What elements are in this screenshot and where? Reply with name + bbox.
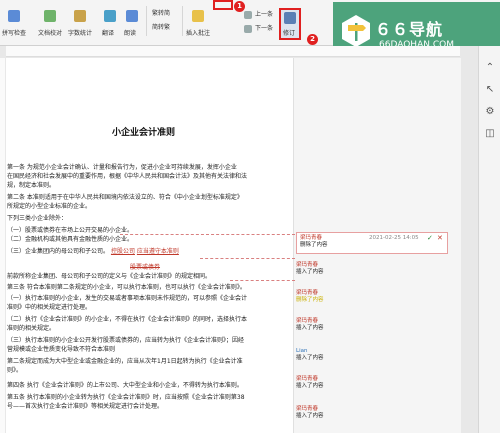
spellcheck-button[interactable]: 拼写检查 [2,30,26,38]
comment-text: 插入了内容 [296,325,324,331]
right-sidebar: ⌃ ↖ ⚙ ◫ [478,46,500,433]
translate-button[interactable]: 翻译 [102,30,114,38]
comment-text: 插入了内容 [296,413,324,419]
doc-line-with-deletion: （一）股票或债券在市场上公开交易的小企业。 [7,227,133,236]
insert-comment-icon[interactable] [192,10,204,22]
doc-line: （二）执行《企业会计准则》的小企业，不得在执行《企业会计准则》的同时，选择执行本 [7,316,248,323]
document-page[interactable] [6,58,293,433]
inserted-text[interactable]: 应当遵守本准则 [137,248,179,255]
vertical-ruler [0,58,5,433]
comment-connector [230,280,295,282]
comment-author: 梁玛青春 [300,235,323,241]
doc-line: 第二条规定而成为大中型企业或金融企业的，应当从次年1月1日起转为执行《企业会计准 [7,358,243,365]
doc-line: 所规定的小型企业标准的企业。 [7,203,92,210]
divider [182,6,183,36]
doc-line: 前款所称企业集团、母公司和子公司的定义与《企业会计准则》的规定相同。 [7,273,212,280]
doc-line-with-insertion: （三）企业集团内的母公司和子公司。 控股公司 应当遵守本准则 [7,248,179,257]
doc-line: 营规模或企业性质变化导致不符合本准则 [7,346,116,353]
spellcheck-icon[interactable] [8,10,20,22]
comment-author: 梁玛青春 [296,290,319,296]
watermark-title: ６６导航 [375,20,444,39]
doc-line: 第三条 符合本准则第二条规定的小企业，可以执行本准则，也可以执行《企业会计准则》… [7,284,246,291]
comment-time: 2021-02-25 14:05 [369,235,419,241]
wordcount-icon[interactable] [74,10,86,22]
read-aloud-button[interactable]: 朗读 [124,30,136,38]
step-badge-1: 1 [234,1,245,12]
wordcount-button[interactable]: 字数统计 [68,30,92,38]
comment-text: 插入了内容 [296,383,324,389]
inserted-text[interactable]: 控股公司 [111,248,135,255]
comment-text: 删除了内容 [296,297,324,303]
track-changes-button[interactable]: 修订 [283,30,295,38]
doc-text: （三）企业集团内的母公司和子公司。 [7,248,110,255]
cursor-icon[interactable]: ↖ [484,84,496,96]
comment-text: 插入了内容 [296,269,324,275]
proofread-icon[interactable] [44,10,56,22]
comment-balloon[interactable]: 梁玛青春 插入了内容 [296,262,456,276]
doc-line: 下列三类小企业除外： [7,215,68,222]
layers-icon[interactable]: ◫ [484,128,496,140]
doc-text: （一）股票或债券在市场上公开交易的小企业。 [7,227,134,234]
traditional-button[interactable]: 简转繁 [152,24,170,32]
next-comment-icon[interactable] [244,25,252,33]
comment-balloon[interactable]: 梁玛青春 插入了内容 [296,376,456,390]
collapse-icon[interactable]: ⌃ [484,62,496,74]
doc-line: 第二条 本准则适用于在中华人民共和国境内依法设立的、符合《中小企业划型标准规定》 [7,194,243,201]
comment-author: 梁玛青春 [296,376,319,382]
deleted-text[interactable]: 股票或债券 [130,264,160,273]
doc-line: 第一条 为规范小企业会计确认、计量和报告行为，促进小企业可持续发展，发挥小企业 [7,164,237,171]
comment-author: 梁玛青春 [296,262,319,268]
prev-comment-icon[interactable] [244,11,252,19]
read-aloud-icon[interactable] [126,10,138,22]
comment-author: 梁玛青春 [296,318,319,324]
doc-line: （二）金融机构或其他具有金融性质的小企业。 [7,236,134,243]
proofread-button[interactable]: 文档校对 [38,30,62,38]
comment-balloon[interactable]: 梁玛青春 插入了内容 [296,406,456,420]
comment-text: 删除了内容 [300,242,328,248]
comment-balloon[interactable]: 梁玛青春 插入了内容 [296,318,456,332]
step-badge-2: 2 [307,34,318,45]
next-comment-button[interactable]: 下一条 [255,25,273,33]
doc-line: 准则的相关规定。 [7,325,56,332]
insert-comment-button[interactable]: 插入批注 [186,30,210,38]
divider [146,6,147,36]
comment-balloon[interactable]: Lian 插入了内容 [296,348,456,362]
comment-author: 梁玛青春 [296,406,319,412]
comment-balloon[interactable]: 梁玛青春 2021-02-25 14:05 ✓ ✕ 删除了内容 [296,232,448,254]
doc-line: （一）执行本准则的小企业，发生的交易或者事项本准则未作规范的，可以参照《企业会计 [7,295,248,302]
doc-line: 规，制定本准则。 [7,182,56,189]
doc-line: 第五条 执行本准则的小企业转为执行《企业会计准则》时，应当按照《企业会计准则第3… [7,394,245,401]
reject-change-icon[interactable]: ✕ [437,235,443,242]
doc-line: （三）执行本准则的小企业公开发行股票或债券的，应当转为执行《企业会计准则》；因经 [7,337,245,344]
comment-connector [120,234,295,236]
simplified-button[interactable]: 繁转简 [152,10,170,18]
doc-line: 准则》中的相关规定进行处理。 [7,304,92,311]
doc-line: 在国民经济和社会发展中的重要作用，根据《中华人民共和国会计法》及其他有关法律和法 [7,173,248,180]
horizontal-ruler [6,46,460,57]
comment-balloon[interactable]: 梁玛青春 删除了内容 [296,290,456,304]
document-title: 小企业会计准则 [111,128,175,138]
comment-text: 插入了内容 [296,355,324,361]
accept-change-icon[interactable]: ✓ [427,235,433,242]
highlight-box [213,0,233,10]
doc-line: 第四条 执行《企业会计准则》的上市公司、大中型企业和小企业，不得转为执行本准则。 [7,382,243,389]
format-icon[interactable]: ⚙ [484,106,496,118]
track-changes-icon[interactable] [284,12,296,24]
doc-line: 则》。 [7,367,23,374]
comment-author: Lian [296,348,308,354]
prev-comment-button[interactable]: 上一条 [255,11,273,19]
comment-connector [200,258,295,260]
translate-icon[interactable] [104,10,116,22]
doc-line: 号——首次执行企业会计准则》等相关规定进行会计处理。 [7,403,164,410]
signpost-logo-icon [342,15,370,47]
